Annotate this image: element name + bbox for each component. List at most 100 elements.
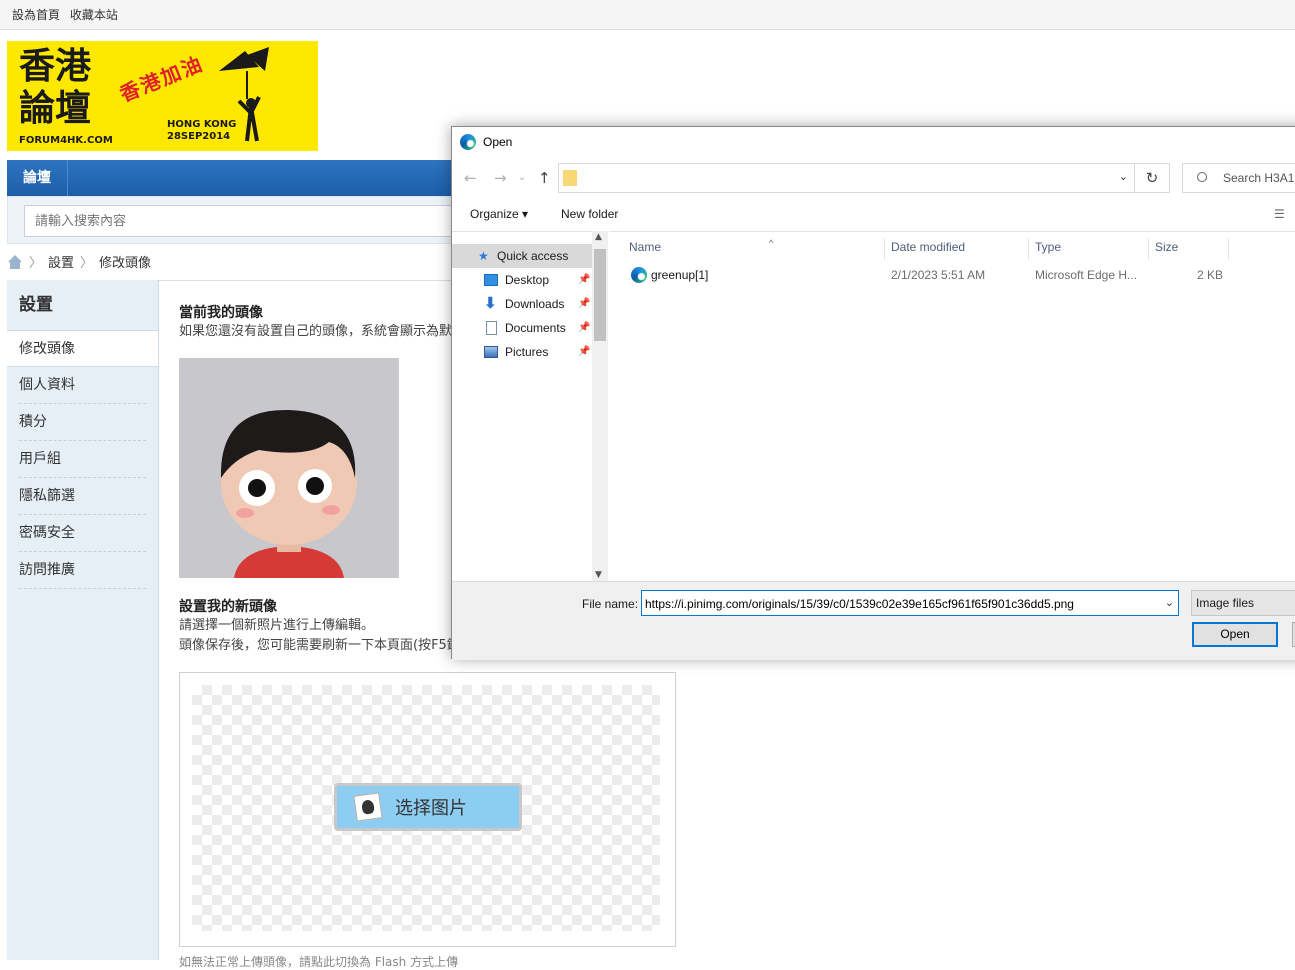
photo-icon — [353, 792, 383, 822]
organize-button[interactable]: Organize ▾ — [470, 207, 528, 221]
choose-image-button[interactable]: 选择图片 — [334, 783, 522, 831]
file-list: Name ^ Date modified Type Size greenup[1… — [609, 231, 1295, 581]
search-bar — [7, 196, 467, 244]
dialog-titlebar[interactable]: Open — [452, 127, 1295, 157]
new-folder-button[interactable]: New folder — [561, 207, 618, 221]
main-nav: 論壇 — [7, 160, 467, 196]
sidebar-item-usergroup[interactable]: 用戶組 — [19, 441, 146, 478]
logo-line-1: 香港 — [19, 45, 92, 87]
home-icon[interactable] — [7, 254, 23, 269]
desktop-icon — [484, 274, 498, 286]
column-size[interactable]: Size — [1155, 238, 1229, 260]
refresh-icon[interactable]: ↻ — [1135, 163, 1170, 193]
logo-hongkong-date: HONG KONG 28SEP2014 — [167, 119, 237, 142]
sidebar-item-avatar[interactable]: 修改頭像 — [7, 330, 158, 367]
pin-icon[interactable]: 📌 — [578, 340, 590, 364]
pin-icon[interactable]: 📌 — [578, 292, 590, 316]
nav-documents[interactable]: Documents 📌 — [452, 316, 592, 340]
new-avatar-desc-2: 頭像保存後，您可能需要刷新一下本頁面(按F5鍵 — [179, 638, 460, 653]
sidebar-item-promotion[interactable]: 訪問推廣 — [19, 552, 146, 589]
breadcrumb-current: 修改頭像 — [99, 256, 152, 271]
path-box[interactable]: ⌄ — [558, 163, 1135, 193]
file-row[interactable]: greenup[1] 2/1/2023 5:51 AM Microsoft Ed… — [609, 264, 1295, 286]
nav-pictures[interactable]: Pictures 📌 — [452, 340, 592, 364]
edge-file-icon — [631, 267, 647, 283]
file-size: 2 KB — [1197, 268, 1224, 282]
scroll-thumb[interactable] — [594, 249, 606, 341]
nav-downloads[interactable]: ⬇ Downloads 📌 — [452, 292, 592, 316]
column-type[interactable]: Type — [1035, 238, 1149, 260]
edge-browser-icon — [460, 134, 476, 150]
search-folder-placeholder: Search H3A19 — [1223, 171, 1295, 185]
up-arrow-icon[interactable]: ↑ — [538, 169, 551, 187]
set-homepage-link[interactable]: 設為首頁 — [12, 8, 60, 22]
search-icon — [1197, 172, 1207, 182]
logo-slogan: 香港加油 — [116, 51, 207, 107]
sidebar-item-profile[interactable]: 個人資料 — [19, 367, 146, 404]
file-date: 2/1/2023 5:51 AM — [891, 268, 986, 282]
breadcrumb-separator: 〉 — [29, 256, 43, 271]
nav-scrollbar[interactable]: ▲ ▼ — [592, 231, 608, 581]
star-icon: ★ — [478, 249, 489, 263]
search-input[interactable] — [24, 205, 464, 237]
file-type: Microsoft Edge H... — [1035, 268, 1138, 282]
new-avatar-title: 設置我的新頭像 — [179, 599, 277, 615]
dialog-title: Open — [483, 135, 513, 149]
navigation-pane: ★ Quick access Desktop 📌 ⬇ Downloads 📌 D… — [452, 231, 608, 581]
current-avatar-title: 當前我的頭像 — [179, 305, 263, 321]
open-file-dialog: Open ← → ⌄ ↑ ⌄ ↻ Search H3A19 Organize ▾… — [451, 126, 1295, 660]
logo-line-2: 論壇 — [19, 87, 92, 129]
file-name-value: https://i.pinimg.com/originals/15/39/c0/… — [645, 597, 1074, 611]
folder-icon — [563, 170, 577, 186]
breadcrumb-settings[interactable]: 設置 — [48, 252, 74, 271]
current-avatar-desc: 如果您還沒有設置自己的頭像，系統會顯示為默 — [179, 324, 453, 339]
file-name-input[interactable]: https://i.pinimg.com/originals/15/39/c0/… — [641, 590, 1179, 616]
address-bar: ← → ⌄ ↑ ⌄ ↻ Search H3A19 — [452, 161, 1295, 195]
pin-icon[interactable]: 📌 — [578, 316, 590, 340]
choose-image-label: 选择图片 — [395, 798, 467, 819]
command-bar: Organize ▾ New folder ☰ — [452, 201, 1295, 229]
pin-icon[interactable]: 📌 — [578, 268, 590, 292]
sidebar-item-credits[interactable]: 積分 — [19, 404, 146, 441]
sort-ascending-icon: ^ — [769, 238, 774, 248]
chevron-down-icon[interactable]: ⌄ — [1165, 596, 1174, 609]
dialog-footer: File name: https://i.pinimg.com/original… — [452, 581, 1295, 660]
recent-locations-chevron-icon[interactable]: ⌄ — [518, 172, 526, 183]
logo-domain: FORUM4HK.COM — [19, 135, 113, 146]
column-date-modified[interactable]: Date modified — [891, 238, 1029, 260]
settings-sidebar: 設置 修改頭像 個人資料 積分 用戶組 隱私篩選 密碼安全 訪問推廣 — [7, 280, 159, 960]
nav-desktop[interactable]: Desktop 📌 — [452, 268, 592, 292]
nav-forum[interactable]: 論壇 — [7, 160, 68, 196]
file-name: greenup[1] — [651, 268, 709, 282]
open-button[interactable]: Open — [1192, 622, 1278, 647]
file-name-label: File name: — [582, 597, 639, 611]
breadcrumb-separator: 〉 — [80, 256, 94, 271]
sidebar-item-password[interactable]: 密碼安全 — [19, 515, 146, 552]
site-logo[interactable]: 香港 論壇 FORUM4HK.COM 香港加油 HONG KONG 28SEP2… — [7, 41, 318, 151]
documents-icon — [486, 321, 497, 335]
download-icon: ⬇ — [484, 295, 497, 312]
breadcrumb: 〉 設置 〉 修改頭像 — [7, 252, 151, 271]
sidebar-item-privacy[interactable]: 隱私篩選 — [19, 478, 146, 515]
avatar-upload-area: 选择图片 — [179, 672, 676, 947]
pictures-icon — [484, 346, 498, 358]
new-avatar-desc-1: 請選擇一個新照片進行上傳編輯。 — [179, 618, 375, 633]
new-avatar-section: 設置我的新頭像 請選擇一個新照片進行上傳編輯。 頭像保存後，您可能需要刷新一下本… — [179, 596, 460, 656]
back-arrow-icon[interactable]: ← — [464, 169, 477, 187]
scroll-down-icon[interactable]: ▼ — [595, 570, 602, 580]
nav-quick-access[interactable]: ★ Quick access — [452, 244, 592, 268]
top-bar: 設為首頁 收藏本站 — [0, 0, 1295, 30]
avatar-main: 當前我的頭像 如果您還沒有設置自己的頭像，系統會顯示為默 — [179, 300, 452, 342]
chevron-down-icon[interactable]: ⌄ — [1119, 170, 1128, 183]
search-folder-box[interactable]: Search H3A19 — [1182, 163, 1295, 193]
scroll-up-icon[interactable]: ▲ — [595, 232, 602, 242]
view-options-icon[interactable]: ☰ — [1274, 207, 1285, 221]
current-avatar-image — [179, 358, 399, 578]
sidebar-title: 設置 — [19, 295, 53, 315]
bookmark-site-link[interactable]: 收藏本站 — [70, 8, 118, 22]
flash-upload-note[interactable]: 如無法正常上傳頭像，請點此切換為 Flash 方式上傳 — [179, 953, 458, 970]
cartoon-avatar-icon — [179, 358, 399, 578]
forward-arrow-icon[interactable]: → — [494, 169, 507, 187]
column-name[interactable]: Name ^ — [629, 238, 885, 260]
file-type-filter[interactable]: Image files — [1191, 590, 1295, 616]
